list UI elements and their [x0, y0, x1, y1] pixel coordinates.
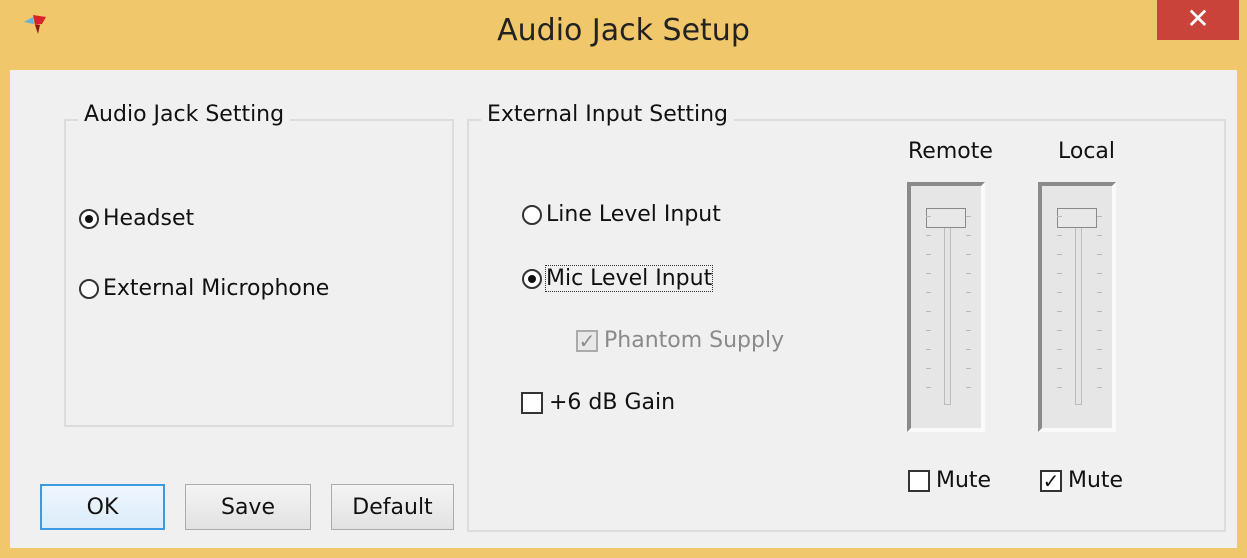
slider-tick — [966, 273, 971, 274]
slider-tick — [1057, 387, 1062, 388]
slider-tick — [966, 216, 971, 217]
checkbox-label: Phantom Supply — [604, 328, 785, 353]
slider-tick — [1057, 235, 1062, 236]
slider-tick — [1057, 368, 1062, 369]
title-bar[interactable]: Audio Jack Setup ✕ — [0, 0, 1247, 70]
radio-label: Mic Level Input — [544, 265, 714, 292]
slider-tick — [1097, 273, 1102, 274]
slider-tick — [926, 273, 931, 274]
checkbox-phantom-supply[interactable]: ✓ Phantom Supply — [576, 328, 784, 353]
slider-tick — [966, 349, 971, 350]
radio-indicator — [79, 278, 99, 299]
radio-indicator — [79, 208, 99, 229]
close-icon: ✕ — [1186, 2, 1210, 35]
slider-tick — [966, 387, 971, 388]
remote-volume-slider[interactable] — [907, 182, 985, 432]
radio-indicator — [522, 204, 542, 225]
window-title: Audio Jack Setup — [497, 13, 750, 48]
slider-tick — [926, 292, 931, 293]
slider-tick — [1057, 349, 1062, 350]
slider-tick — [1097, 311, 1102, 312]
slider-tick — [1097, 216, 1102, 217]
slider-tick — [926, 311, 931, 312]
radio-label: Line Level Input — [546, 202, 721, 227]
slider-tick — [1097, 387, 1102, 388]
slider-tick — [1057, 216, 1062, 217]
slider-tick — [1057, 311, 1062, 312]
slider-tick — [1057, 292, 1062, 293]
local-mute-checkbox[interactable]: ✓ Mute — [1040, 468, 1123, 493]
slider-tick — [926, 349, 931, 350]
slider-tick — [1097, 254, 1102, 255]
slider-tick — [966, 311, 971, 312]
slider-track — [1075, 221, 1082, 405]
close-button[interactable]: ✕ — [1157, 0, 1239, 40]
slider-tick — [926, 368, 931, 369]
slider-tick — [926, 387, 931, 388]
checkbox-label: Mute — [1068, 468, 1124, 493]
slider-tick — [1057, 330, 1062, 331]
slider-tick — [966, 368, 971, 369]
slider-tick — [966, 254, 971, 255]
radio-line-level-input[interactable]: Line Level Input — [522, 202, 721, 227]
slider-tick — [926, 330, 931, 331]
dialog-window: Audio Jack Setup ✕ Audio Jack Setting He… — [0, 0, 1247, 558]
checkbox-indicator: ✓ — [1040, 469, 1062, 492]
checkbox-label: +6 dB Gain — [549, 390, 676, 415]
slider-tick — [1097, 292, 1102, 293]
radio-indicator — [522, 268, 542, 289]
checkbox-indicator — [521, 391, 543, 414]
slider-tick — [1057, 273, 1062, 274]
slider-tick — [966, 330, 971, 331]
radio-label: Headset — [103, 206, 195, 231]
audio-jack-setting-group: Audio Jack Setting — [64, 102, 454, 427]
ok-button[interactable]: OK — [40, 484, 165, 530]
slider-tick — [966, 235, 971, 236]
slider-tick — [1097, 330, 1102, 331]
dialog-body: Audio Jack Setting Headset External Micr… — [10, 70, 1237, 548]
slider-tick — [926, 216, 931, 217]
remote-slider-label: Remote — [908, 139, 993, 164]
slider-tick — [966, 292, 971, 293]
radio-mic-level-input[interactable]: Mic Level Input — [522, 265, 714, 292]
checkbox-label: Mute — [936, 468, 992, 493]
group-title-external-input: External Input Setting — [481, 102, 735, 127]
slider-tick — [926, 235, 931, 236]
local-slider-label: Local — [1058, 139, 1116, 164]
checkbox-indicator — [908, 469, 930, 492]
slider-tick — [1097, 235, 1102, 236]
radio-external-microphone[interactable]: External Microphone — [79, 276, 329, 301]
remote-mute-checkbox[interactable]: Mute — [908, 468, 991, 493]
save-button[interactable]: Save — [185, 484, 311, 530]
checkbox-indicator: ✓ — [576, 329, 598, 352]
radio-label: External Microphone — [103, 276, 330, 301]
slider-tick — [1097, 368, 1102, 369]
radio-headset[interactable]: Headset — [79, 206, 194, 231]
group-title-audio-jack: Audio Jack Setting — [78, 102, 291, 127]
slider-thumb[interactable] — [926, 208, 966, 228]
slider-thumb[interactable] — [1057, 208, 1097, 228]
slider-track — [944, 221, 951, 405]
slider-tick — [1057, 254, 1062, 255]
local-volume-slider[interactable] — [1038, 182, 1116, 432]
slider-tick — [926, 254, 931, 255]
checkbox-gain[interactable]: +6 dB Gain — [521, 390, 675, 415]
slider-tick — [1097, 349, 1102, 350]
default-button[interactable]: Default — [331, 484, 454, 530]
